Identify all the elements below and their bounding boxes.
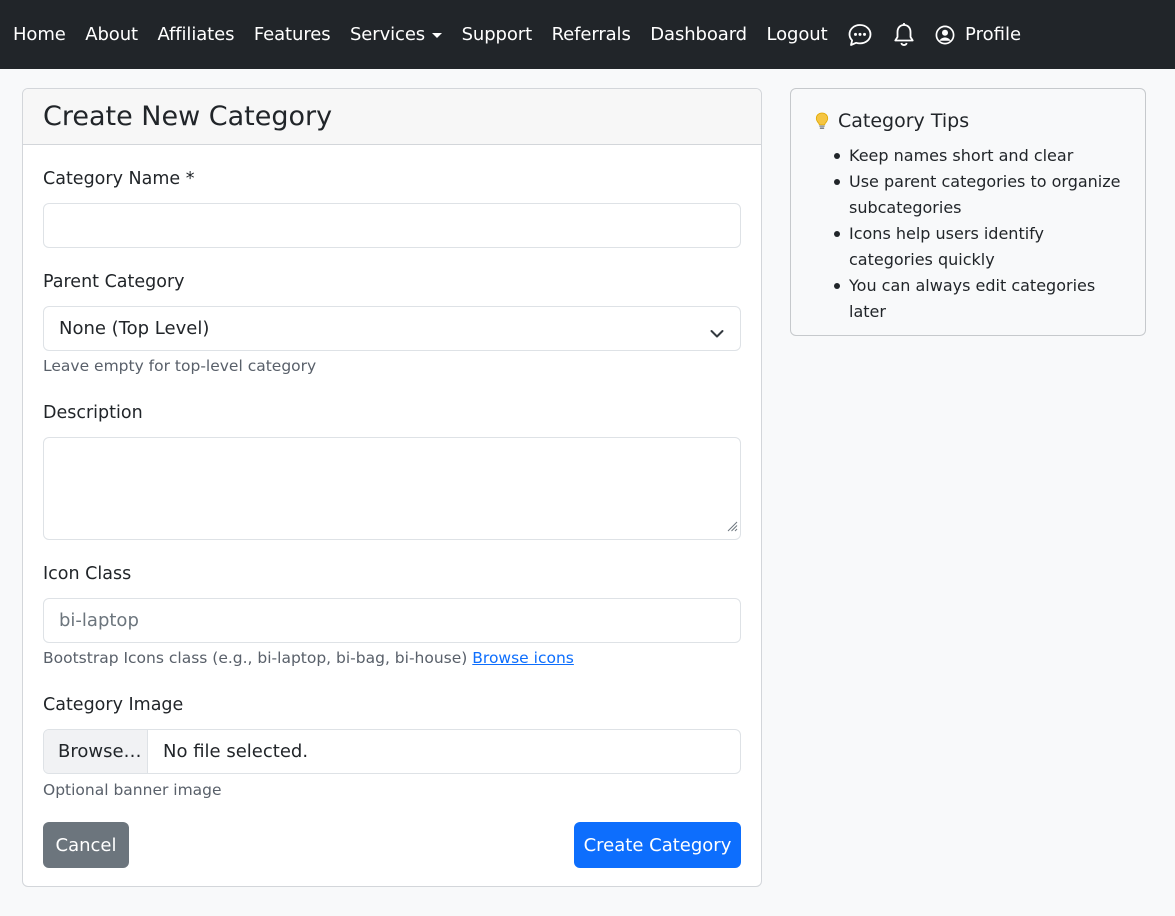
tip-item: Icons help users identify categories qui… (831, 221, 1121, 273)
nav-affiliates[interactable]: Affiliates (157, 24, 234, 45)
nav-logout[interactable]: Logout (767, 24, 828, 45)
category-name-label: Category Name * (43, 169, 195, 189)
category-name-input[interactable] (43, 203, 741, 248)
icon-class-help-text: Bootstrap Icons class (e.g., bi-laptop, … (43, 649, 468, 667)
icon-class-help: Bootstrap Icons class (e.g., bi-laptop, … (43, 649, 574, 667)
nav-services-dropdown[interactable]: Services (349, 24, 443, 45)
description-label: Description (43, 403, 143, 423)
nav-features[interactable]: Features (254, 24, 331, 45)
category-tips-card: Category Tips Keep names short and clear… (790, 88, 1146, 336)
nav-home[interactable]: Home (13, 24, 66, 45)
file-status-text: No file selected. (163, 741, 309, 762)
caret-down-icon (432, 33, 443, 38)
browse-icons-link[interactable]: Browse icons (472, 649, 574, 667)
nav-support[interactable]: Support (462, 24, 533, 45)
nav-referrals[interactable]: Referrals (552, 24, 631, 45)
tip-item: Keep names short and clear (831, 143, 1121, 169)
category-image-help: Optional banner image (43, 781, 222, 799)
lightbulb-icon (815, 112, 829, 130)
top-navbar: Home About Affiliates Features Services … (0, 0, 1175, 69)
tip-item: Use parent categories to organize subcat… (831, 169, 1121, 221)
icon-class-input[interactable]: bi-laptop (43, 598, 741, 643)
icon-class-label: Icon Class (43, 564, 132, 584)
person-circle-icon (935, 25, 955, 45)
create-category-card: Create New Category Category Name * Pare… (22, 88, 762, 887)
chat-dots-icon[interactable] (847, 22, 873, 48)
description-textarea[interactable] (43, 437, 741, 540)
category-image-file-input[interactable]: Browse… No file selected. (43, 729, 741, 774)
nav-about[interactable]: About (85, 24, 138, 45)
parent-category-label: Parent Category (43, 272, 185, 292)
parent-category-help: Leave empty for top-level category (43, 357, 317, 375)
nav-profile-label: Profile (965, 24, 1022, 45)
parent-category-selected: None (Top Level) (59, 318, 210, 339)
tips-title: Category Tips (815, 110, 969, 132)
card-header: Create New Category (23, 89, 761, 145)
parent-category-select[interactable]: None (Top Level) (43, 306, 741, 351)
nav-dashboard[interactable]: Dashboard (650, 24, 747, 45)
nav-services-label: Services (349, 24, 426, 45)
create-category-button[interactable]: Create Category (574, 822, 741, 868)
chevron-down-icon (710, 323, 724, 344)
category-image-label: Category Image (43, 695, 184, 715)
resize-grip-icon[interactable] (726, 516, 738, 537)
cancel-button[interactable]: Cancel (43, 822, 129, 868)
nav-profile[interactable]: Profile (935, 24, 1021, 45)
tips-list: Keep names short and clear Use parent ca… (831, 143, 1121, 325)
tips-title-text: Category Tips (838, 110, 970, 132)
tip-item: You can always edit categories later (831, 273, 1121, 325)
page-title: Create New Category (43, 101, 333, 132)
bell-icon[interactable] (892, 22, 916, 48)
browse-file-button[interactable]: Browse… (44, 730, 148, 773)
